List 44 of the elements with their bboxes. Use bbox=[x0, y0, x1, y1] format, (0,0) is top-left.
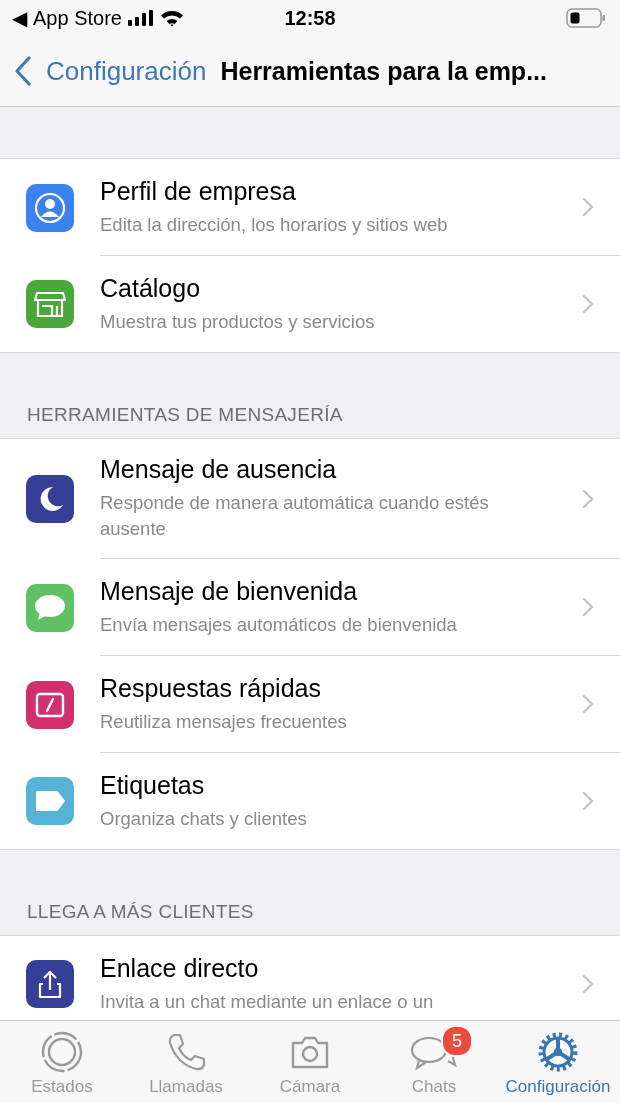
settings-row[interactable]: Perfil de empresa Edita la dirección, los horarios y sitios web bbox=[0, 159, 620, 256]
row-subtitle: Invita a un chat mediante un enlace o un bbox=[100, 989, 435, 1014]
battery-icon bbox=[566, 8, 606, 28]
row-subtitle: Responde de manera automática cuando estés ausente bbox=[100, 491, 490, 541]
row-title: Catálogo bbox=[100, 273, 202, 303]
row-subtitle: Edita la dirección, los horarios y sitios web bbox=[100, 212, 449, 237]
row-title: Perfil de empresa bbox=[100, 176, 297, 206]
row-subtitle: Muestra tus productos y servicios bbox=[100, 309, 376, 334]
back-button[interactable]: Configuración bbox=[14, 55, 207, 87]
row-subtitle: Reutiliza mensajes frecuentes bbox=[100, 709, 348, 734]
chevron-right-icon bbox=[582, 974, 594, 994]
section-header: LLEGA A MÁS CLIENTES bbox=[27, 901, 254, 923]
row-title: Enlace directo bbox=[100, 953, 260, 983]
back-app-glyph[interactable]: ◀ bbox=[12, 6, 27, 30]
page-title: Herramientas para la emp... bbox=[220, 56, 547, 86]
unread-badge: 5 bbox=[441, 1025, 473, 1057]
chevron-right-icon bbox=[582, 197, 594, 217]
tab-bar-item[interactable]: Configuración bbox=[496, 1021, 620, 1103]
chevron-left-icon bbox=[14, 56, 32, 86]
chevron-right-icon bbox=[582, 694, 594, 714]
chevron-right-icon bbox=[582, 597, 594, 617]
chevron-right-icon bbox=[582, 791, 594, 811]
clock-time: 12:58 bbox=[284, 6, 336, 30]
settings-row[interactable]: Catálogo Muestra tus productos y servicios bbox=[0, 256, 620, 352]
settings-row[interactable]: Enlace directo Invita a un chat mediante un enlace o un bbox=[0, 936, 620, 1020]
row-title: Respuestas rápidas bbox=[100, 673, 322, 703]
row-title: Mensaje de ausencia bbox=[100, 455, 338, 484]
tab-bar-item[interactable]: 5 Chats bbox=[372, 1021, 496, 1103]
row-title: Mensaje de bienvenida bbox=[100, 576, 359, 606]
settings-row[interactable]: Mensaje de ausencia Responde de manera automática cuando estés ausente bbox=[0, 439, 620, 559]
status-ring-icon bbox=[40, 1030, 84, 1074]
row-title: Etiquetas bbox=[100, 770, 206, 800]
section-header: HERRAMIENTAS DE MENSAJERÍA bbox=[27, 404, 343, 426]
signal-icon bbox=[127, 10, 154, 26]
row-subtitle: Envía mensajes automáticos de bienvenida bbox=[100, 612, 458, 637]
settings-row[interactable]: Mensaje de bienvenida Envía mensajes automáticos de bienvenida bbox=[0, 559, 620, 656]
wifi-icon bbox=[159, 9, 184, 27]
gear-icon bbox=[536, 1030, 580, 1074]
back-app-label[interactable]: App Store bbox=[33, 6, 122, 30]
chevron-right-icon bbox=[582, 294, 594, 314]
settings-row[interactable]: Respuestas rápidas Reutiliza mensajes frecuentes bbox=[0, 656, 620, 753]
row-subtitle: Organiza chats y clientes bbox=[100, 806, 308, 831]
settings-row[interactable]: Etiquetas Organiza chats y clientes bbox=[0, 753, 620, 849]
chevron-right-icon bbox=[582, 488, 594, 509]
